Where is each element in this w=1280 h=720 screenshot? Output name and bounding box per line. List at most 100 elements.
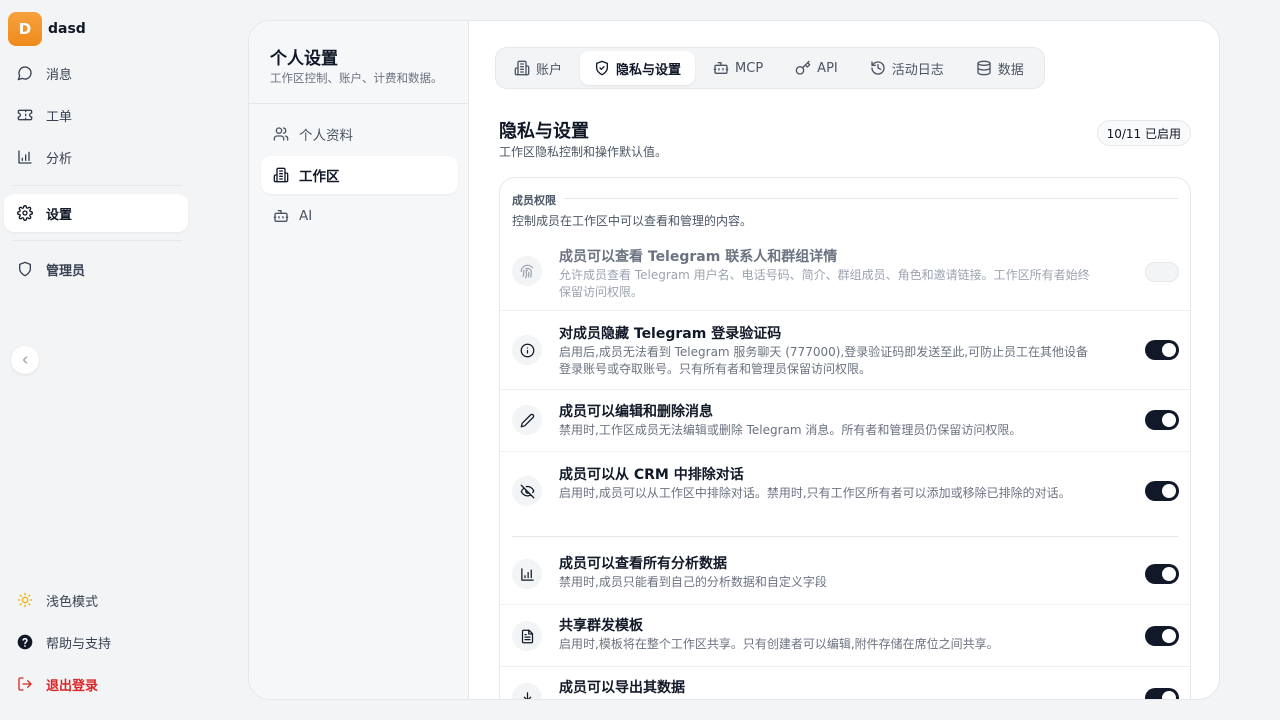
settings-description: 工作区控制、账户、计费和数据。 [270, 71, 443, 85]
bot-icon [713, 60, 729, 76]
workspace-name: dasd [48, 21, 86, 37]
collapse-sidebar-button[interactable] [11, 346, 39, 374]
nav-item-label: 设置 [46, 207, 73, 223]
setting-row-export-data: 成员可以导出其数据 [500, 667, 1190, 699]
nav-item-tickets[interactable]: 工单 [4, 96, 188, 134]
tab-activity-log[interactable]: 活动日志 [856, 51, 958, 85]
setting-row-view-telegram-details: 成员可以查看 Telegram 联系人和群组详情 允许成员查看 Telegram… [500, 232, 1190, 311]
setting-row-view-all-analytics: 成员可以查看所有分析数据 禁用时,成员只能看到自己的分析数据和自定义字段 [500, 543, 1190, 605]
ticket-icon [16, 106, 34, 124]
setting-description: 启用时,模板将在整个工作区共享。只有创建者可以编辑,附件存储在席位之间共享。 [559, 637, 999, 651]
tab-api[interactable]: API [781, 51, 852, 85]
workspace-switcher[interactable]: D dasd [8, 12, 86, 46]
bot-icon [273, 208, 289, 224]
tab-label: API [817, 60, 838, 76]
settings-item-profile[interactable]: 个人资料 [261, 115, 458, 153]
setting-description: 启用时,成员可以从工作区中排除对话。禁用时,只有工作区所有者可以添加或移除已排除… [559, 486, 1071, 500]
building-icon [273, 167, 289, 183]
nav-item-label: 管理员 [46, 263, 86, 279]
setting-title: 共享群发模板 [559, 618, 643, 634]
setting-description: 允许成员查看 Telegram 用户名、电话号码、简介、群组成员、角色和邀请链接… [559, 268, 1090, 299]
tab-account[interactable]: 账户 [500, 51, 576, 85]
help-support-button[interactable]: 帮助与支持 [4, 623, 188, 661]
logout-icon [16, 675, 34, 693]
row-group-divider [512, 536, 1178, 537]
building-icon [514, 60, 530, 76]
nav-item-label: 帮助与支持 [46, 636, 112, 652]
section-divider [564, 198, 1178, 199]
nav-divider [12, 185, 182, 186]
settings-tabs: 账户 隐私与设置 MCP API 活动日志 数据 [495, 47, 1045, 89]
tab-label: 隐私与设置 [616, 62, 682, 78]
setting-row-hide-login-code: 对成员隐藏 Telegram 登录验证码 启用后,成员无法看到 Telegram… [500, 311, 1190, 390]
setting-toggle[interactable] [1145, 262, 1179, 282]
nav-item-label: 分析 [46, 151, 73, 167]
fingerprint-icon [512, 256, 542, 286]
logout-button[interactable]: 退出登录 [4, 665, 188, 703]
setting-title: 对成员隐藏 Telegram 登录验证码 [559, 326, 782, 342]
settings-sidebar: 个人设置 工作区控制、账户、计费和数据。 个人资料 工作区 AI [249, 21, 469, 699]
tab-privacy-settings[interactable]: 隐私与设置 [580, 51, 696, 85]
page-description: 工作区隐私控制和操作默认值。 [499, 145, 668, 159]
tab-label: 账户 [536, 62, 563, 78]
settings-title: 个人设置 [270, 49, 338, 69]
setting-toggle[interactable] [1145, 340, 1179, 360]
chevron-left-icon [19, 354, 31, 366]
setting-toggle[interactable] [1145, 688, 1179, 699]
setting-toggle[interactable] [1145, 564, 1179, 584]
setting-description: 禁用时,工作区成员无法编辑或删除 Telegram 消息。所有者和管理员仍保留访… [559, 423, 1022, 437]
gear-icon [16, 204, 34, 222]
settings-item-workspace[interactable]: 工作区 [261, 156, 458, 194]
database-icon [976, 60, 992, 76]
setting-title: 成员可以从 CRM 中排除对话 [559, 467, 744, 483]
chart-icon [512, 559, 542, 589]
tab-mcp[interactable]: MCP [699, 51, 777, 85]
enabled-count-badge: 10/11 已启用 [1096, 120, 1191, 146]
setting-row-exclude-conversations: 成员可以从 CRM 中排除对话 启用时,成员可以从工作区中排除对话。禁用时,只有… [500, 452, 1190, 536]
chart-icon [16, 148, 34, 166]
setting-toggle[interactable] [1145, 626, 1179, 646]
key-icon [795, 60, 811, 76]
message-icon [16, 64, 34, 82]
setting-toggle[interactable] [1145, 481, 1179, 501]
settings-item-label: 个人资料 [299, 128, 353, 144]
history-icon [870, 60, 886, 76]
nav-item-label: 消息 [46, 67, 73, 83]
users-icon [273, 126, 289, 142]
section-description: 控制成员在工作区中可以查看和管理的内容。 [512, 214, 753, 228]
nav-item-label: 浅色模式 [46, 594, 99, 610]
setting-description: 禁用时,成员只能看到自己的分析数据和自定义字段 [559, 575, 827, 589]
tab-label: MCP [735, 60, 764, 76]
settings-item-label: 工作区 [299, 169, 340, 185]
workspace-avatar: D [8, 12, 42, 46]
nav-item-messages[interactable]: 消息 [4, 54, 188, 92]
settings-item-ai[interactable]: AI [261, 197, 458, 235]
help-icon [16, 633, 34, 651]
section-label: 成员权限 [512, 194, 556, 207]
settings-content: 账户 隐私与设置 MCP API 活动日志 数据 隐私与设置 工作区隐私控制和操… [469, 21, 1219, 699]
eye-off-icon [512, 476, 542, 506]
nav-item-admin[interactable]: 管理员 [4, 250, 188, 288]
info-icon [512, 335, 542, 365]
download-icon [512, 683, 542, 699]
tab-data[interactable]: 数据 [962, 51, 1038, 85]
shield-icon [16, 260, 34, 278]
nav-item-label: 退出登录 [46, 678, 99, 694]
pencil-icon [512, 405, 542, 435]
setting-description: 启用后,成员无法看到 Telegram 服务聊天 (777000),登录验证码即… [559, 345, 1089, 376]
member-permissions-panel: 成员权限 控制成员在工作区中可以查看和管理的内容。 成员可以查看 Telegra… [499, 177, 1191, 699]
nav-item-analytics[interactable]: 分析 [4, 138, 188, 176]
settings-card: 个人设置 工作区控制、账户、计费和数据。 个人资料 工作区 AI 账户 隐私与设… [248, 20, 1220, 700]
settings-item-label: AI [299, 208, 313, 224]
nav-item-settings[interactable]: 设置 [4, 194, 188, 232]
setting-title: 成员可以编辑和删除消息 [559, 404, 713, 420]
nav-divider [12, 240, 182, 241]
setting-row-shared-templates: 共享群发模板 启用时,模板将在整个工作区共享。只有创建者可以编辑,附件存储在席位… [500, 605, 1190, 667]
tab-label: 活动日志 [891, 62, 944, 78]
setting-toggle[interactable] [1145, 410, 1179, 430]
setting-title: 成员可以导出其数据 [559, 680, 685, 696]
page-title: 隐私与设置 [499, 121, 589, 142]
sun-icon [16, 591, 34, 609]
light-mode-button[interactable]: 浅色模式 [4, 581, 188, 619]
nav-item-label: 工单 [46, 109, 73, 125]
